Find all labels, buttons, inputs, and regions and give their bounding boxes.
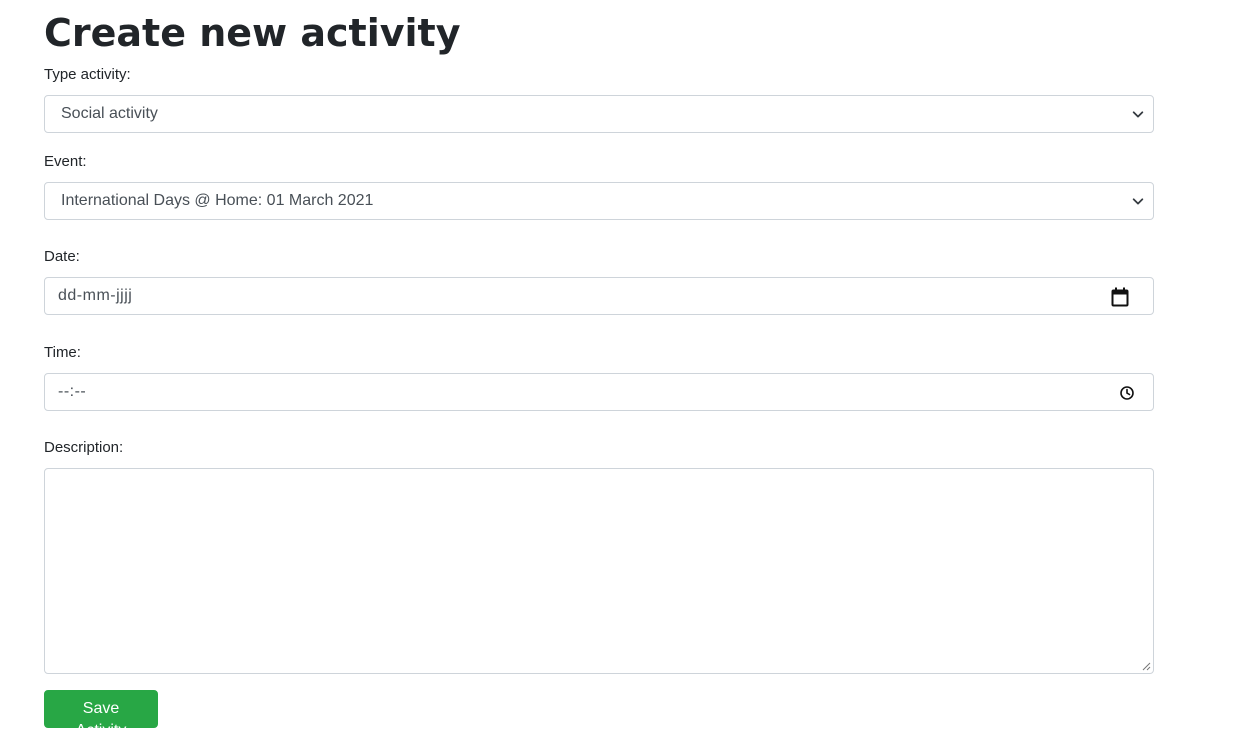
- page-title: Create new activity: [44, 11, 461, 55]
- description-label: Description:: [44, 439, 124, 456]
- calendar-icon[interactable]: [1111, 287, 1129, 307]
- chevron-down-icon: [1132, 198, 1144, 205]
- clock-icon[interactable]: [1119, 385, 1135, 401]
- resize-handle-icon[interactable]: [1141, 661, 1151, 671]
- time-label: Time:: [44, 344, 81, 361]
- description-textarea[interactable]: [44, 468, 1154, 674]
- type-activity-label: Type activity:: [44, 66, 131, 83]
- time-input[interactable]: --:--: [44, 373, 1154, 411]
- chevron-down-icon: [1132, 111, 1144, 118]
- type-activity-value: Social activity: [61, 105, 158, 122]
- event-value: International Days @ Home: 01 March 2021: [61, 192, 374, 209]
- date-input[interactable]: dd-mm-jjjj: [44, 277, 1154, 315]
- activity-form: Create new activity Type activity: Socia…: [44, 0, 1154, 740]
- type-activity-select[interactable]: Social activity: [44, 95, 1154, 133]
- save-activity-button[interactable]: Save Activity: [44, 690, 158, 739]
- event-label: Event:: [44, 153, 87, 170]
- event-select[interactable]: International Days @ Home: 01 March 2021: [44, 182, 1154, 220]
- time-placeholder: --:--: [58, 383, 87, 400]
- date-placeholder: dd-mm-jjjj: [58, 287, 133, 304]
- date-label: Date:: [44, 248, 80, 265]
